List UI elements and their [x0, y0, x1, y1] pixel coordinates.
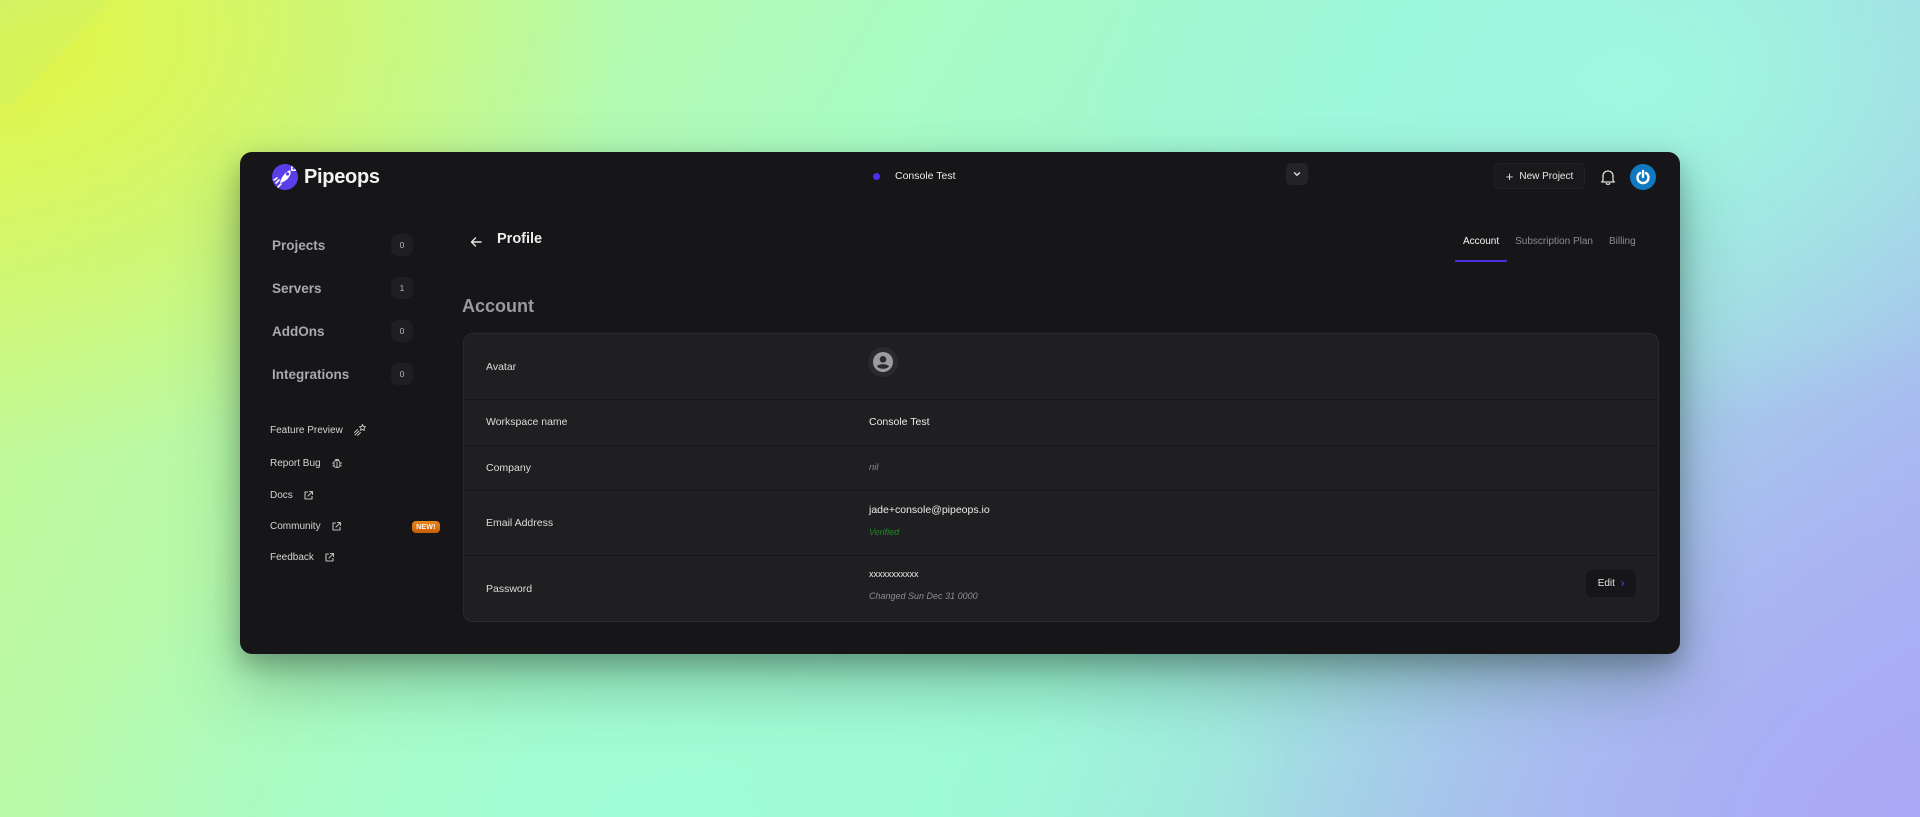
row-company: Company nil — [464, 446, 1658, 491]
edit-password-button[interactable]: Edit › — [1586, 570, 1636, 597]
sidebar-item-servers[interactable]: Servers 1 — [272, 277, 413, 299]
background-decoration — [0, 0, 105, 105]
brand-logo[interactable]: Pipeops — [272, 164, 380, 190]
sidebar-link-docs[interactable]: Docs — [270, 487, 314, 503]
email-verified-status: Verified — [869, 527, 900, 537]
sidebar-item-projects[interactable]: Projects 0 — [272, 234, 413, 256]
sidebar-item-label: Integrations — [272, 366, 350, 382]
rocket-logo-icon — [272, 164, 298, 190]
sidebar-item-addons[interactable]: AddOns 0 — [272, 320, 413, 342]
workspace-switcher[interactable]: Console Test — [850, 162, 1308, 190]
account-card: Avatar Workspace name Console Test Compa… — [463, 333, 1659, 622]
shooting-star-icon — [353, 424, 366, 436]
plus-icon: + — [1505, 168, 1514, 184]
user-avatar[interactable] — [1630, 164, 1656, 190]
sidebar-item-label: Projects — [272, 237, 326, 253]
row-password: Password xxxxxxxxxxx Changed Sun Dec 31 … — [464, 556, 1658, 621]
count-badge: 0 — [391, 363, 413, 385]
row-label: Workspace name — [486, 416, 568, 428]
row-label: Password — [486, 583, 533, 595]
link-label: Feature Preview — [270, 424, 343, 436]
link-label: Feedback — [270, 551, 314, 563]
user-circle-icon — [873, 352, 893, 372]
row-label: Email Address — [486, 517, 554, 529]
email-value: jade+console@pipeops.io — [869, 504, 990, 516]
bug-icon — [331, 458, 342, 468]
tab-subscription-plan[interactable]: Subscription Plan — [1507, 234, 1601, 262]
power-icon — [1636, 169, 1650, 185]
brand-name: Pipeops — [304, 165, 380, 188]
link-label: Report Bug — [270, 457, 321, 469]
sidebar-item-integrations[interactable]: Integrations 0 — [272, 363, 413, 385]
sidebar-link-community[interactable]: Community NEW! — [270, 518, 440, 534]
avatar[interactable] — [868, 347, 898, 377]
link-label: Docs — [270, 489, 293, 501]
tab-billing[interactable]: Billing — [1601, 234, 1644, 262]
profile-tabs: Account Subscription Plan Billing — [1455, 234, 1644, 262]
new-project-button[interactable]: + New Project — [1494, 163, 1585, 189]
password-value: xxxxxxxxxxx — [869, 569, 919, 579]
external-link-icon — [325, 552, 334, 562]
company-value: nil — [869, 462, 879, 473]
sidebar-link-feedback[interactable]: Feedback — [270, 549, 335, 565]
count-badge: 0 — [391, 320, 413, 342]
link-label: Community — [270, 520, 321, 532]
row-avatar: Avatar — [464, 334, 1658, 400]
new-badge: NEW! — [412, 521, 440, 533]
new-project-label: New Project — [1519, 170, 1574, 182]
section-title: Account — [462, 296, 534, 316]
workspace-status-dot — [873, 172, 880, 180]
password-changed-date: Changed Sun Dec 31 0000 — [869, 591, 978, 601]
tab-account[interactable]: Account — [1455, 234, 1508, 262]
row-label: Avatar — [486, 361, 517, 373]
workspace-name-value: Console Test — [869, 416, 930, 428]
sidebar-item-label: AddOns — [272, 323, 325, 339]
top-bar: Pipeops Console Test + New Project — [240, 152, 1680, 208]
chevron-right-icon: › — [1620, 578, 1625, 589]
count-badge: 1 — [391, 277, 413, 299]
row-workspace-name: Workspace name Console Test — [464, 400, 1658, 446]
external-link-icon — [332, 521, 341, 531]
chevron-down-icon[interactable] — [1286, 163, 1308, 185]
row-label: Company — [486, 462, 531, 474]
edit-label: Edit — [1597, 578, 1615, 589]
row-email: Email Address jade+console@pipeops.io Ve… — [464, 491, 1658, 556]
sidebar-link-report-bug[interactable]: Report Bug — [270, 455, 343, 471]
workspace-name: Console Test — [895, 170, 956, 182]
arrow-left-icon[interactable] — [469, 235, 483, 249]
external-link-icon — [304, 490, 313, 500]
sidebar-link-feature-preview[interactable]: Feature Preview — [270, 422, 367, 438]
sidebar: Projects 0 Servers 1 AddOns 0 Integratio… — [240, 208, 440, 654]
page-title: Profile — [497, 231, 543, 247]
sidebar-item-label: Servers — [272, 280, 322, 296]
bell-icon[interactable] — [1600, 168, 1616, 186]
app-window: Pipeops Console Test + New Project Proje… — [240, 152, 1680, 654]
count-badge: 0 — [391, 234, 413, 256]
